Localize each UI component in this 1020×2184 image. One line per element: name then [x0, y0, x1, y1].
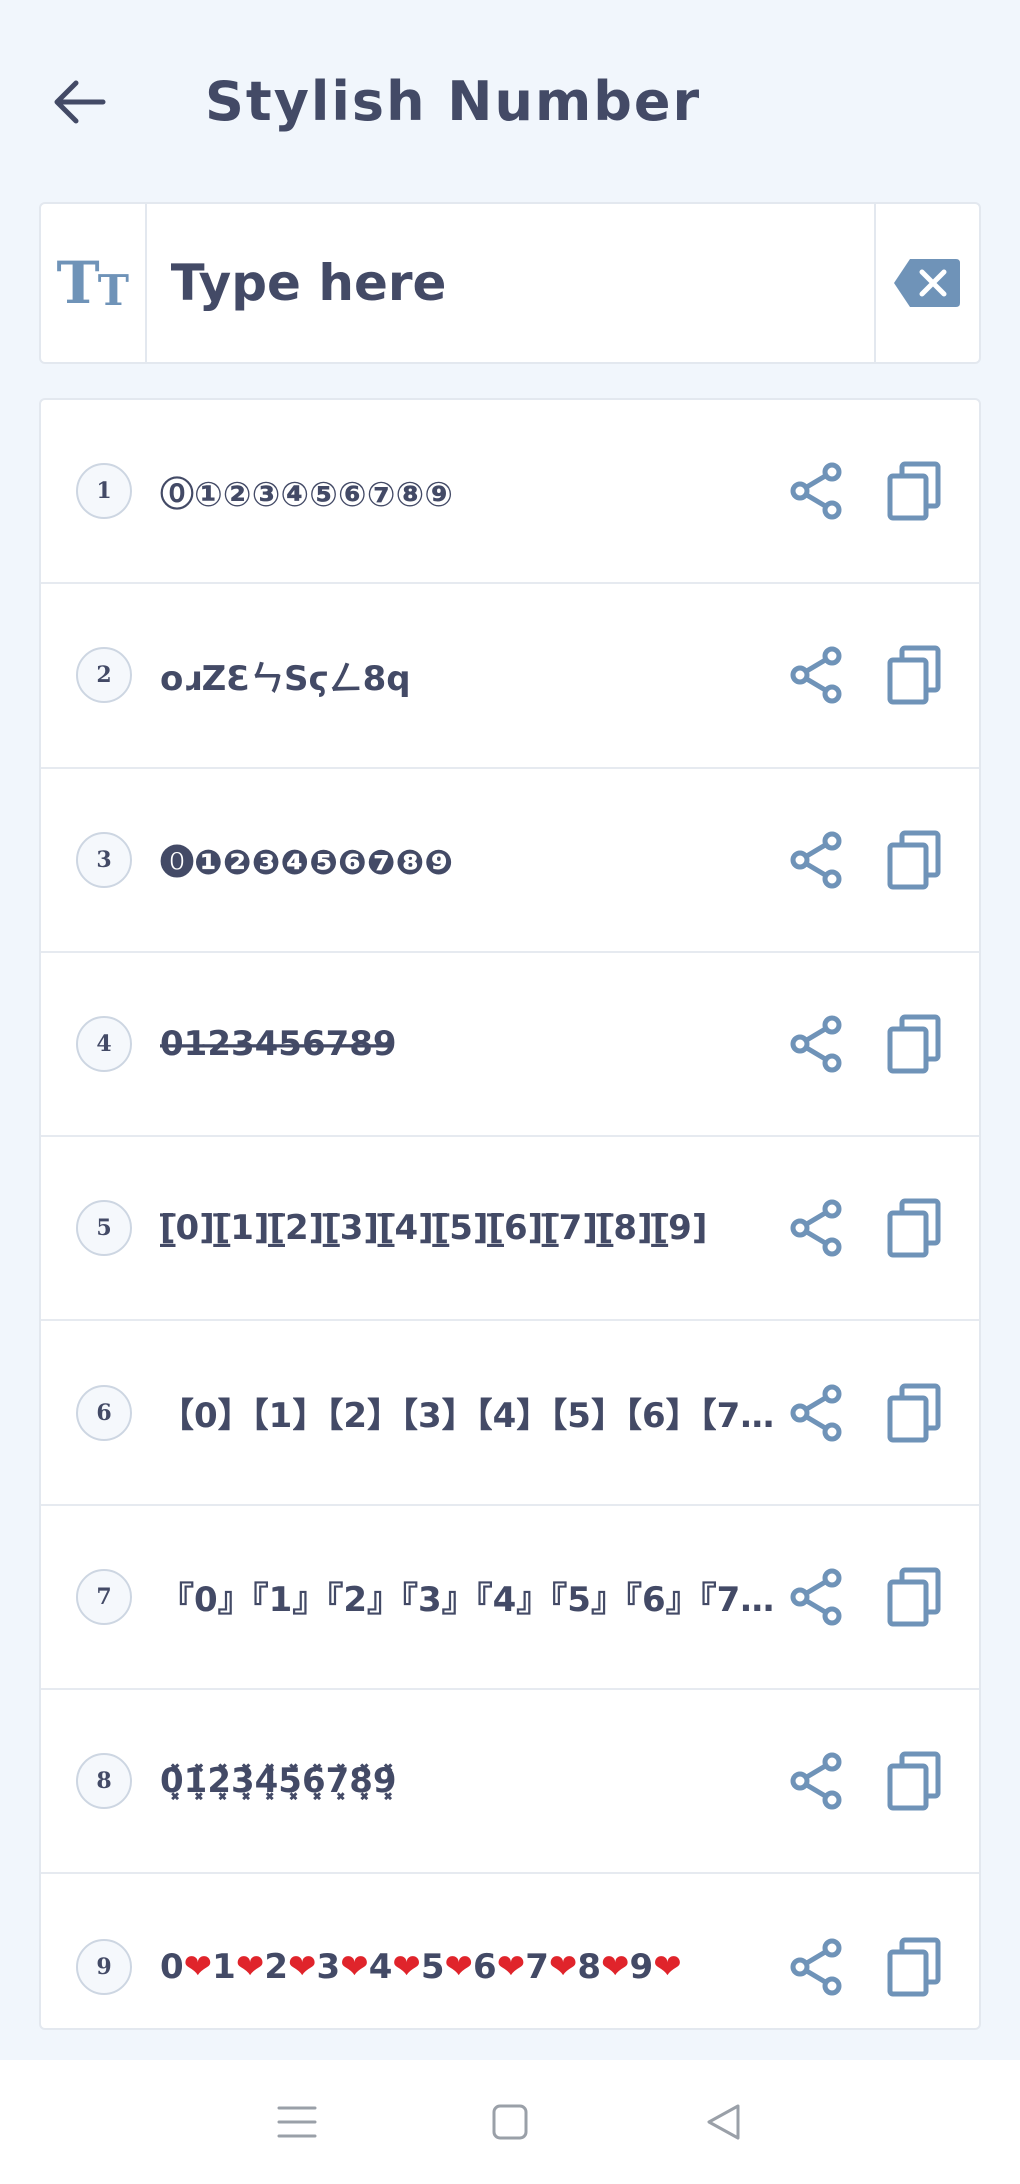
copy-icon — [887, 1014, 941, 1074]
share-button[interactable] — [776, 820, 856, 900]
menu-icon — [277, 2106, 317, 2138]
share-icon — [790, 1938, 842, 1996]
copy-button[interactable] — [874, 1927, 954, 2007]
copy-button[interactable] — [874, 451, 954, 531]
styled-number-text: ⓿❶❷❸❹❺❻❼❽❾ — [160, 843, 454, 884]
styled-number-text: 0͓̽1͓̽2͓̽3͓̽4͓̽5͓̽6͓̽7͓̽8͓̽9͓̽ — [160, 1761, 397, 1802]
copy-button[interactable] — [874, 820, 954, 900]
style-number-badge: 8 — [76, 1753, 132, 1810]
style-row[interactable]: 3 ⓿❶❷❸❹❺❻❼❽❾ — [41, 769, 979, 953]
copy-button[interactable] — [874, 1004, 954, 1084]
styled-number-text: 0❤1❤2❤3❤4❤5❤6❤7❤8❤9❤ — [160, 1946, 682, 1987]
copy-icon — [887, 1198, 941, 1258]
style-row[interactable]: 9 0❤1❤2❤3❤4❤5❤6❤7❤8❤9❤ — [41, 1874, 979, 2028]
style-row[interactable]: 4 0̶1̶2̶3̶4̶5̶6̶7̶8̶9̶ — [41, 953, 979, 1138]
share-icon — [790, 1015, 842, 1073]
back-button[interactable] — [40, 62, 120, 142]
style-number-badge: 9 — [76, 1938, 132, 1995]
styled-number-text: 『0』『1』『2』『3』『4』『5』『6』『7』『8』『9』 — [160, 1580, 800, 1621]
copy-icon — [887, 1567, 941, 1627]
copy-icon — [887, 461, 941, 521]
style-list: 1 ⓪①②③④⑤⑥⑦⑧⑨ 2 oɹZƐㄣSϛㄥ8q 3 ⓿❶❷❸❹❺❻❼❽❾ 4 0̶1̶2̶… — [39, 398, 981, 2030]
nav-menu-button[interactable] — [262, 2087, 332, 2157]
page-title: Stylish Number — [205, 70, 702, 133]
input-card: TT — [39, 202, 981, 364]
clear-button[interactable] — [873, 204, 980, 362]
share-button[interactable] — [776, 635, 856, 715]
share-icon — [790, 1199, 842, 1257]
share-button[interactable] — [776, 1004, 856, 1084]
copy-icon — [887, 830, 941, 890]
text-input[interactable] — [146, 204, 874, 362]
app-header: Stylish Number — [0, 0, 1020, 200]
style-number-badge: 7 — [76, 1568, 132, 1625]
share-button[interactable] — [776, 1373, 856, 1453]
copy-button[interactable] — [874, 1188, 954, 1268]
style-row[interactable]: 6 【0】【1】【2】【3】【4】【5】【6】【7】【8】【9】 — [41, 1321, 979, 1506]
back-triangle-icon — [707, 2104, 740, 2140]
styled-number-text: [̲̅0][̲̅1][̲̅2][̲̅3][̲̅4][̲̅5][̲̅6][̲̅7]… — [160, 1208, 708, 1249]
copy-button[interactable] — [874, 1373, 954, 1453]
style-number-badge: 2 — [76, 647, 132, 704]
backspace-clear-icon — [894, 259, 961, 307]
copy-icon — [887, 1751, 941, 1811]
system-nav-bar — [0, 2060, 1020, 2184]
share-icon — [790, 1752, 842, 1810]
share-icon — [790, 1568, 842, 1626]
copy-icon — [887, 1383, 941, 1443]
share-button[interactable] — [776, 1557, 856, 1637]
style-row[interactable]: 2 oɹZƐㄣSϛㄥ8q — [41, 584, 979, 769]
style-row[interactable]: 1 ⓪①②③④⑤⑥⑦⑧⑨ — [41, 400, 979, 585]
style-row[interactable]: 7 『0』『1』『2』『3』『4』『5』『6』『7』『8』『9』 — [41, 1506, 979, 1691]
share-icon — [790, 1384, 842, 1442]
styled-number-text: 【0】【1】【2】【3】【4】【5】【6】【7】【8】【9】 — [160, 1396, 800, 1437]
copy-icon — [887, 1937, 941, 1997]
text-size-icon: TT — [56, 249, 129, 317]
style-row[interactable]: 8 0͓̽1͓̽2͓̽3͓̽4͓̽5͓̽6͓̽7͓̽8͓̽9͓̽ — [41, 1690, 979, 1875]
font-style-button[interactable]: TT — [41, 204, 147, 362]
style-number-badge: 1 — [76, 463, 132, 520]
styled-number-text: 0̶1̶2̶3̶4̶5̶6̶7̶8̶9̶ — [160, 1024, 397, 1065]
share-icon — [790, 831, 842, 889]
copy-button[interactable] — [874, 635, 954, 715]
share-icon — [790, 462, 842, 520]
home-square-icon — [492, 2104, 528, 2140]
arrow-left-icon — [54, 80, 106, 124]
share-icon — [790, 646, 842, 704]
share-button[interactable] — [776, 1927, 856, 2007]
style-number-badge: 3 — [76, 831, 132, 888]
nav-home-button[interactable] — [475, 2087, 545, 2157]
styled-number-text: oɹZƐㄣSϛㄥ8q — [160, 658, 411, 699]
copy-icon — [887, 645, 941, 705]
style-number-badge: 4 — [76, 1016, 132, 1073]
copy-button[interactable] — [874, 1557, 954, 1637]
copy-button[interactable] — [874, 1741, 954, 1821]
style-number-badge: 6 — [76, 1384, 132, 1441]
share-button[interactable] — [776, 1188, 856, 1268]
style-number-badge: 5 — [76, 1200, 132, 1257]
style-row[interactable]: 5 [̲̅0][̲̅1][̲̅2][̲̅3][̲̅4][̲̅5][̲̅6][̲̅7… — [41, 1137, 979, 1322]
share-button[interactable] — [776, 1741, 856, 1821]
styled-number-text: ⓪①②③④⑤⑥⑦⑧⑨ — [160, 474, 454, 515]
nav-back-button[interactable] — [688, 2087, 758, 2157]
share-button[interactable] — [776, 451, 856, 531]
